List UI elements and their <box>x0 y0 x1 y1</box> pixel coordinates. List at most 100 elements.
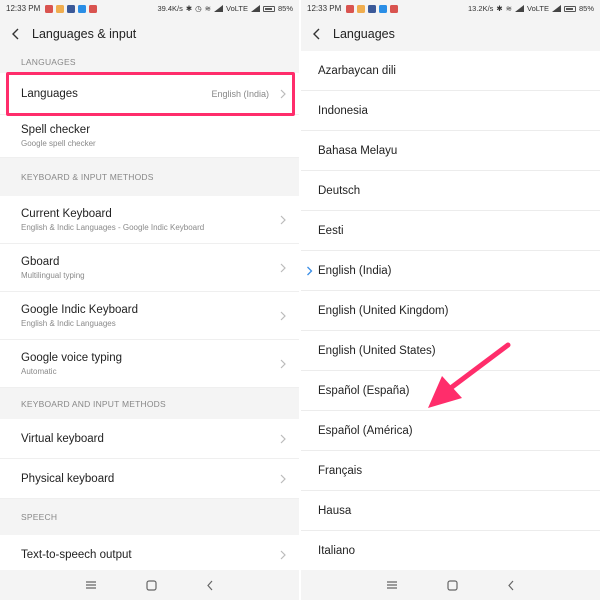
app-bar: Languages & input <box>0 17 299 51</box>
back-nav-icon[interactable] <box>507 580 515 591</box>
notification-icons <box>45 4 98 13</box>
page-title: Languages & input <box>32 27 137 41</box>
app-notification-icon <box>346 4 355 13</box>
status-time: 12:33 PM <box>307 4 342 13</box>
battery-level: 85% <box>578 4 594 13</box>
signal-icon <box>515 5 525 12</box>
chevron-right-icon <box>280 550 286 559</box>
language-label: English (India) <box>318 264 392 277</box>
language-item[interactable]: English (United Kingdom) <box>301 291 600 331</box>
selected-chevron-icon <box>307 266 313 275</box>
notification-icons <box>346 4 399 13</box>
physical-keyboard-item[interactable]: Physical keyboard <box>0 459 299 499</box>
back-icon[interactable] <box>309 27 323 41</box>
signal-icon <box>551 5 561 12</box>
home-icon[interactable] <box>146 579 157 591</box>
item-title: Gboard <box>21 255 60 268</box>
network-type: VoLTE <box>527 4 549 13</box>
virtual-keyboard-item[interactable]: Virtual keyboard <box>0 419 299 459</box>
gboard-item[interactable]: Gboard Multilingual typing <box>0 244 299 292</box>
language-item[interactable]: Español (América) <box>301 411 600 451</box>
google-indic-keyboard-item[interactable]: Google Indic Keyboard English & Indic La… <box>0 292 299 340</box>
language-label: English (United States) <box>318 344 436 357</box>
language-label: Français <box>318 464 363 477</box>
battery-level: 85% <box>277 4 293 13</box>
network-speed: 13.2K/s <box>467 4 494 13</box>
status-bar: 12:33 PM 13.2K/s ✱ ≋ VoLTE 85% <box>301 0 600 17</box>
app-bar: Languages <box>301 17 600 51</box>
mail-notification-icon <box>357 4 366 13</box>
back-icon[interactable] <box>8 27 22 41</box>
chevron-right-icon <box>280 474 286 483</box>
item-subtitle: English & Indic Languages <box>21 318 116 328</box>
navigation-bar <box>0 570 299 600</box>
language-label: Bahasa Melayu <box>318 144 398 157</box>
app-notification-icon <box>379 4 388 13</box>
app-notification-icon <box>78 4 87 13</box>
language-item[interactable]: Azarbaycan dili <box>301 51 600 91</box>
language-label: Español (América) <box>318 424 413 437</box>
language-label: Deutsch <box>318 184 361 197</box>
language-item[interactable]: Eesti <box>301 211 600 251</box>
item-subtitle: English & Indic Languages - Google Indic… <box>21 222 205 232</box>
spell-checker-item[interactable]: Spell checker Google spell checker <box>0 115 299 158</box>
language-label: Indonesia <box>318 104 368 117</box>
chevron-right-icon <box>280 434 286 443</box>
keyboard-input-group: Current Keyboard English & Indic Languag… <box>0 196 299 388</box>
languages-screen: 12:33 PM 13.2K/s ✱ ≋ VoLTE 85% Languages… <box>301 0 600 600</box>
language-item[interactable]: Español (España) <box>301 371 600 411</box>
chevron-right-icon <box>280 311 286 320</box>
signal-icon <box>214 5 224 12</box>
navigation-bar <box>301 570 600 600</box>
section-header-speech: SPEECH <box>21 512 58 522</box>
back-nav-icon[interactable] <box>206 580 214 591</box>
language-item[interactable]: Italiano <box>301 531 600 571</box>
keyboard-and-input-group: Virtual keyboard Physical keyboard <box>0 419 299 499</box>
battery-icon <box>262 5 275 12</box>
language-label: Azarbaycan dili <box>318 64 396 77</box>
section-header-languages: LANGUAGES <box>21 57 76 67</box>
current-keyboard-item[interactable]: Current Keyboard English & Indic Languag… <box>0 196 299 244</box>
item-title: Spell checker <box>21 124 91 136</box>
chevron-right-icon <box>280 215 286 224</box>
app-notification-icon <box>390 4 399 13</box>
alarm-icon: ◷ <box>195 4 202 13</box>
item-title: Google Indic Keyboard <box>21 303 138 316</box>
item-subtitle: Google spell checker <box>21 139 96 148</box>
section-header-keyboard-input: KEYBOARD & INPUT METHODS <box>21 172 154 182</box>
facebook-notification-icon <box>368 4 377 13</box>
status-time: 12:33 PM <box>6 4 41 13</box>
google-voice-typing-item[interactable]: Google voice typing Automatic <box>0 340 299 388</box>
language-item[interactable]: Indonesia <box>301 91 600 131</box>
text-to-speech-item[interactable]: Text-to-speech output <box>0 535 299 575</box>
language-item[interactable]: Français <box>301 451 600 491</box>
page-title: Languages <box>333 27 395 41</box>
item-title: Google voice typing <box>21 351 123 364</box>
signal-icon <box>250 5 260 12</box>
home-icon[interactable] <box>447 579 458 591</box>
language-item[interactable]: English (United States) <box>301 331 600 371</box>
chevron-right-icon <box>280 263 286 272</box>
bluetooth-icon: ✱ <box>496 4 503 13</box>
mail-notification-icon <box>56 4 65 13</box>
language-item[interactable]: Hausa <box>301 491 600 531</box>
speech-group: Text-to-speech output <box>0 535 299 575</box>
app-notification-icon <box>45 4 54 13</box>
language-label: English (United Kingdom) <box>318 304 449 317</box>
app-notification-icon <box>89 4 98 13</box>
menu-icon[interactable] <box>386 580 398 590</box>
language-item-selected[interactable]: English (India) <box>301 251 600 291</box>
bluetooth-icon: ✱ <box>185 4 193 13</box>
item-subtitle: Multilingual typing <box>21 270 85 280</box>
wifi-icon: ≋ <box>204 4 212 13</box>
item-title: Physical keyboard <box>21 472 115 485</box>
language-item[interactable]: Bahasa Melayu <box>301 131 600 171</box>
menu-icon[interactable] <box>85 580 97 590</box>
language-item[interactable]: Deutsch <box>301 171 600 211</box>
language-label: Eesti <box>318 224 344 237</box>
highlight-box <box>6 72 295 116</box>
language-label: Hausa <box>318 504 352 517</box>
language-list: Azarbaycan dili Indonesia Bahasa Melayu … <box>301 51 600 571</box>
wifi-icon: ≋ <box>505 4 513 13</box>
languages-input-screen: 12:33 PM 39.4K/s ✱ ◷ ≋ VoLTE 85% Languag… <box>0 0 299 600</box>
